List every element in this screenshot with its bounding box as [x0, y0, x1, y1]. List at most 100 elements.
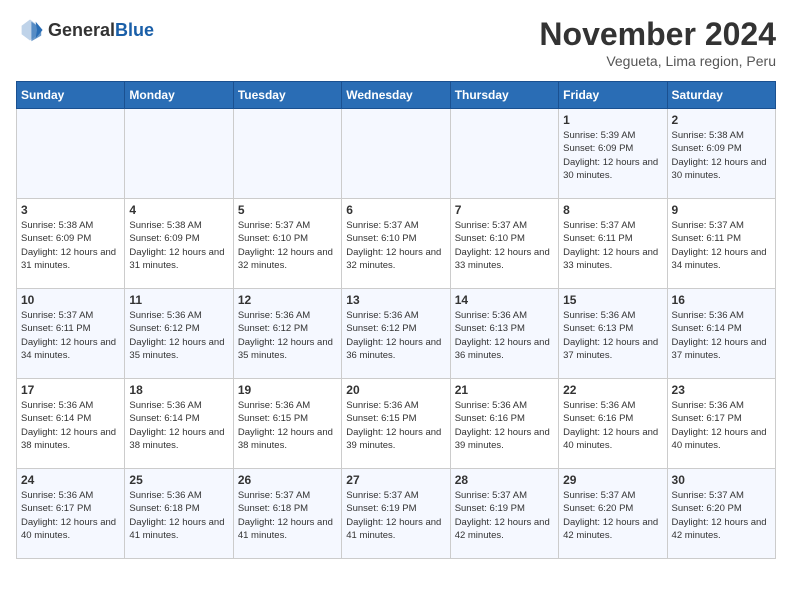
day-number: 5 — [238, 203, 337, 217]
week-row-5: 24 Sunrise: 5:36 AM Sunset: 6:17 PM Dayli… — [17, 469, 776, 559]
calendar-cell: 12Sunrise: 5:36 AM Sunset: 6:12 PM Dayli… — [233, 289, 341, 379]
calendar-cell: 10 Sunrise: 5:37 AM Sunset: 6:11 PM Dayli… — [17, 289, 125, 379]
title-block: November 2024 Vegueta, Lima region, Peru — [539, 16, 776, 69]
day-number: 20 — [346, 383, 445, 397]
calendar-cell: 8 Sunrise: 5:37 AM Sunset: 6:11 PM Daylig… — [559, 199, 667, 289]
logo-blue: Blue — [115, 20, 154, 40]
cell-info: Sunrise: 5:37 AM Sunset: 6:11 PM Dayligh… — [672, 219, 771, 272]
day-number: 16 — [672, 293, 771, 307]
cell-info: Sunrise: 5:37 AM Sunset: 6:11 PM Dayligh… — [21, 309, 120, 362]
header-tuesday: Tuesday — [233, 82, 341, 109]
cell-info: Sunrise: 5:36 AM Sunset: 6:15 PM Dayligh… — [346, 399, 445, 452]
calendar-cell: 11 Sunrise: 5:36 AM Sunset: 6:12 PM Dayli… — [125, 289, 233, 379]
day-number: 10 — [21, 293, 120, 307]
cell-info: Sunrise: 5:36 AM Sunset: 6:14 PM Dayligh… — [129, 399, 228, 452]
cell-info: Sunrise: 5:39 AM Sunset: 6:09 PM Dayligh… — [563, 129, 662, 182]
page-header: GeneralBlue November 2024 Vegueta, Lima … — [16, 16, 776, 69]
day-number: 27 — [346, 473, 445, 487]
header-wednesday: Wednesday — [342, 82, 450, 109]
calendar-cell: 28 Sunrise: 5:37 AM Sunset: 6:19 PM Dayli… — [450, 469, 558, 559]
calendar-subtitle: Vegueta, Lima region, Peru — [539, 53, 776, 69]
logo-icon — [16, 16, 44, 44]
cell-info: Sunrise: 5:37 AM Sunset: 6:19 PM Dayligh… — [346, 489, 445, 542]
calendar-header: Sunday Monday Tuesday Wednesday Thursday… — [17, 82, 776, 109]
day-number: 11 — [129, 293, 228, 307]
week-row-4: 17 Sunrise: 5:36 AM Sunset: 6:14 PM Dayli… — [17, 379, 776, 469]
week-row-2: 3 Sunrise: 5:38 AM Sunset: 6:09 PM Daylig… — [17, 199, 776, 289]
day-number: 29 — [563, 473, 662, 487]
calendar-title: November 2024 — [539, 16, 776, 53]
cell-info: Sunrise: 5:36 AM Sunset: 6:17 PM Dayligh… — [672, 399, 771, 452]
cell-info: Sunrise: 5:38 AM Sunset: 6:09 PM Dayligh… — [129, 219, 228, 272]
week-row-1: 1 Sunrise: 5:39 AM Sunset: 6:09 PM Daylig… — [17, 109, 776, 199]
cell-info: Sunrise: 5:37 AM Sunset: 6:20 PM Dayligh… — [672, 489, 771, 542]
day-number: 4 — [129, 203, 228, 217]
day-number: 28 — [455, 473, 554, 487]
calendar-cell: 19Sunrise: 5:36 AM Sunset: 6:15 PM Dayli… — [233, 379, 341, 469]
cell-info: Sunrise: 5:36 AM Sunset: 6:17 PM Dayligh… — [21, 489, 120, 542]
cell-info: Sunrise: 5:37 AM Sunset: 6:10 PM Dayligh… — [346, 219, 445, 272]
calendar-cell: 25Sunrise: 5:36 AM Sunset: 6:18 PM Dayli… — [125, 469, 233, 559]
cell-info: Sunrise: 5:37 AM Sunset: 6:20 PM Dayligh… — [563, 489, 662, 542]
calendar-cell: 26Sunrise: 5:37 AM Sunset: 6:18 PM Dayli… — [233, 469, 341, 559]
day-number: 2 — [672, 113, 771, 127]
week-row-3: 10 Sunrise: 5:37 AM Sunset: 6:11 PM Dayli… — [17, 289, 776, 379]
header-row: Sunday Monday Tuesday Wednesday Thursday… — [17, 82, 776, 109]
calendar-body: 1 Sunrise: 5:39 AM Sunset: 6:09 PM Daylig… — [17, 109, 776, 559]
cell-info: Sunrise: 5:37 AM Sunset: 6:11 PM Dayligh… — [563, 219, 662, 272]
day-number: 23 — [672, 383, 771, 397]
calendar-cell: 5 Sunrise: 5:37 AM Sunset: 6:10 PM Daylig… — [233, 199, 341, 289]
calendar-cell: 18 Sunrise: 5:36 AM Sunset: 6:14 PM Dayli… — [125, 379, 233, 469]
calendar-cell: 7Sunrise: 5:37 AM Sunset: 6:10 PM Daylig… — [450, 199, 558, 289]
day-number: 24 — [21, 473, 120, 487]
calendar-cell: 9 Sunrise: 5:37 AM Sunset: 6:11 PM Daylig… — [667, 199, 775, 289]
cell-info: Sunrise: 5:36 AM Sunset: 6:16 PM Dayligh… — [563, 399, 662, 452]
header-monday: Monday — [125, 82, 233, 109]
header-thursday: Thursday — [450, 82, 558, 109]
calendar-cell: 13Sunrise: 5:36 AM Sunset: 6:12 PM Dayli… — [342, 289, 450, 379]
cell-info: Sunrise: 5:37 AM Sunset: 6:19 PM Dayligh… — [455, 489, 554, 542]
calendar-cell: 4 Sunrise: 5:38 AM Sunset: 6:09 PM Daylig… — [125, 199, 233, 289]
day-number: 1 — [563, 113, 662, 127]
calendar-cell: 17Sunrise: 5:36 AM Sunset: 6:14 PM Dayli… — [17, 379, 125, 469]
calendar-cell: 23 Sunrise: 5:36 AM Sunset: 6:17 PM Dayli… — [667, 379, 775, 469]
day-number: 3 — [21, 203, 120, 217]
calendar-cell: 15Sunrise: 5:36 AM Sunset: 6:13 PM Dayli… — [559, 289, 667, 379]
day-number: 25 — [129, 473, 228, 487]
calendar-cell: 16 Sunrise: 5:36 AM Sunset: 6:14 PM Dayli… — [667, 289, 775, 379]
cell-info: Sunrise: 5:36 AM Sunset: 6:12 PM Dayligh… — [238, 309, 337, 362]
day-number: 9 — [672, 203, 771, 217]
cell-info: Sunrise: 5:36 AM Sunset: 6:13 PM Dayligh… — [563, 309, 662, 362]
day-number: 8 — [563, 203, 662, 217]
day-number: 14 — [455, 293, 554, 307]
cell-info: Sunrise: 5:36 AM Sunset: 6:16 PM Dayligh… — [455, 399, 554, 452]
cell-info: Sunrise: 5:36 AM Sunset: 6:12 PM Dayligh… — [129, 309, 228, 362]
calendar-cell: 24 Sunrise: 5:36 AM Sunset: 6:17 PM Dayli… — [17, 469, 125, 559]
cell-info: Sunrise: 5:36 AM Sunset: 6:13 PM Dayligh… — [455, 309, 554, 362]
calendar-cell — [233, 109, 341, 199]
day-number: 17 — [21, 383, 120, 397]
calendar-cell: 20 Sunrise: 5:36 AM Sunset: 6:15 PM Dayli… — [342, 379, 450, 469]
cell-info: Sunrise: 5:37 AM Sunset: 6:10 PM Dayligh… — [238, 219, 337, 272]
day-number: 6 — [346, 203, 445, 217]
header-saturday: Saturday — [667, 82, 775, 109]
day-number: 18 — [129, 383, 228, 397]
calendar-cell: 3Sunrise: 5:38 AM Sunset: 6:09 PM Daylig… — [17, 199, 125, 289]
calendar-cell — [342, 109, 450, 199]
calendar-cell — [450, 109, 558, 199]
calendar-cell: 27 Sunrise: 5:37 AM Sunset: 6:19 PM Dayli… — [342, 469, 450, 559]
calendar-cell — [125, 109, 233, 199]
calendar-cell: 2 Sunrise: 5:38 AM Sunset: 6:09 PM Daylig… — [667, 109, 775, 199]
cell-info: Sunrise: 5:36 AM Sunset: 6:15 PM Dayligh… — [238, 399, 337, 452]
logo: GeneralBlue — [16, 16, 154, 44]
calendar-cell: 30Sunrise: 5:37 AM Sunset: 6:20 PM Dayli… — [667, 469, 775, 559]
header-sunday: Sunday — [17, 82, 125, 109]
calendar-cell: 6 Sunrise: 5:37 AM Sunset: 6:10 PM Daylig… — [342, 199, 450, 289]
cell-info: Sunrise: 5:36 AM Sunset: 6:14 PM Dayligh… — [672, 309, 771, 362]
cell-info: Sunrise: 5:38 AM Sunset: 6:09 PM Dayligh… — [672, 129, 771, 182]
cell-info: Sunrise: 5:37 AM Sunset: 6:10 PM Dayligh… — [455, 219, 554, 272]
calendar-cell: 1 Sunrise: 5:39 AM Sunset: 6:09 PM Daylig… — [559, 109, 667, 199]
header-friday: Friday — [559, 82, 667, 109]
calendar-cell — [17, 109, 125, 199]
day-number: 21 — [455, 383, 554, 397]
